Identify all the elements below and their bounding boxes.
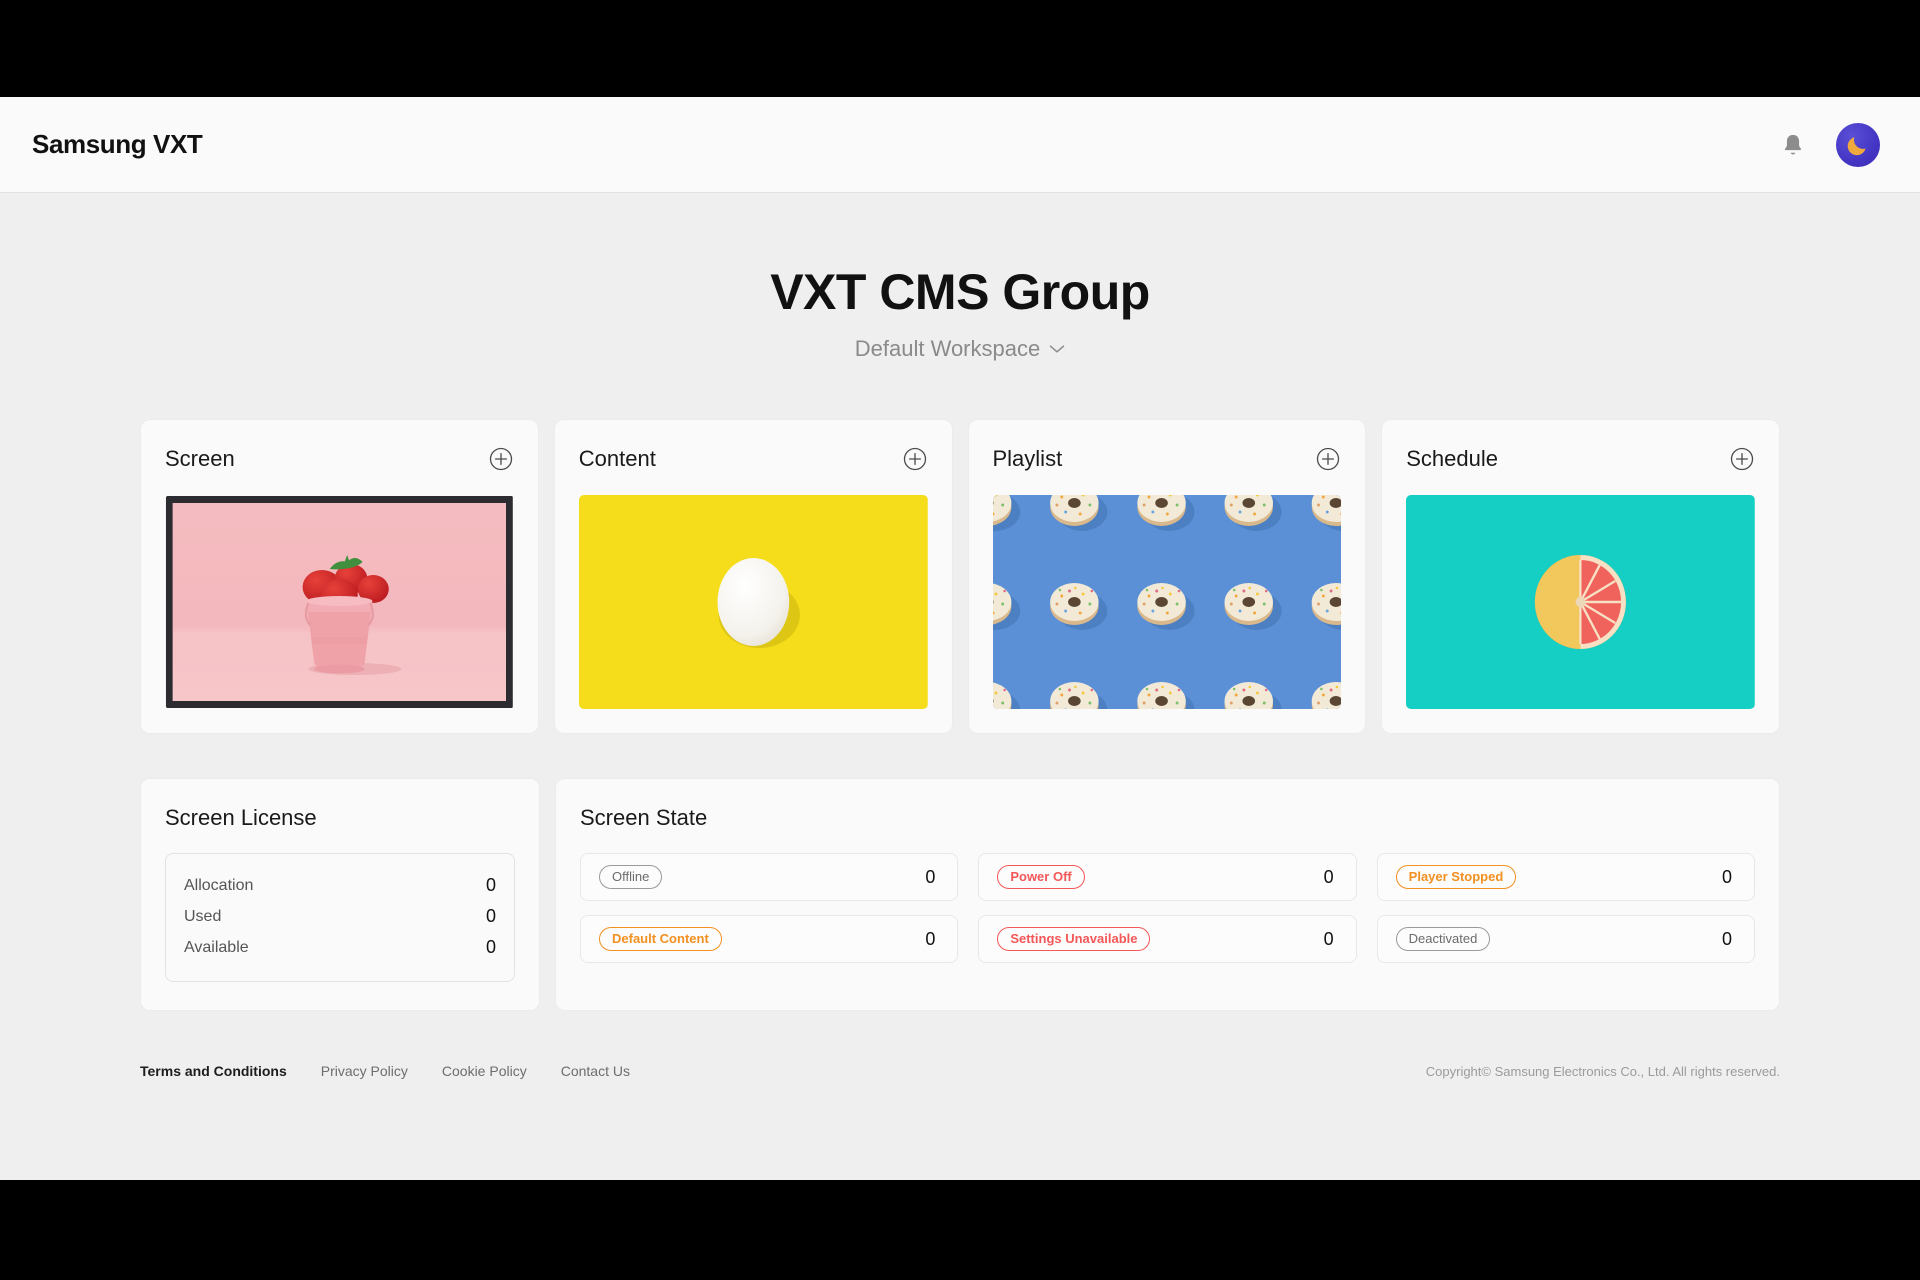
card-title: Screen — [165, 446, 235, 471]
workspace-selector[interactable]: Default Workspace — [855, 336, 1065, 362]
screen-state-panel: Screen State Offline 0 Power Off 0 Playe… — [555, 778, 1780, 1011]
license-row-allocation: Allocation 0 — [184, 870, 496, 901]
shortcut-cards-row: Screen Content Playlist Schedule — [140, 419, 1780, 734]
footer-link-privacy[interactable]: Privacy Policy — [321, 1063, 408, 1079]
card-title: Schedule — [1406, 446, 1498, 471]
plus-circle-icon[interactable] — [488, 446, 514, 472]
plus-circle-icon[interactable] — [1729, 446, 1755, 472]
brand-logo[interactable]: Samsung VXT — [32, 129, 203, 160]
moon-icon — [1847, 136, 1866, 155]
playlist-donuts-thumbnail[interactable] — [992, 495, 1342, 709]
state-cell-power-off[interactable]: Power Off 0 — [978, 853, 1357, 901]
status-badge: Power Off — [997, 865, 1085, 889]
state-cell-default-content[interactable]: Default Content 0 — [580, 915, 959, 963]
letterbox-top — [0, 0, 1920, 97]
state-cell-settings-unavailable[interactable]: Settings Unavailable 0 — [978, 915, 1357, 963]
footer-links: Terms and Conditions Privacy Policy Cook… — [140, 1063, 630, 1079]
license-value: 0 — [485, 937, 496, 957]
status-badge: Default Content — [599, 927, 722, 951]
status-badge: Player Stopped — [1395, 865, 1517, 889]
content-egg-thumbnail[interactable] — [578, 495, 928, 709]
chevron-down-icon — [1049, 344, 1065, 354]
license-label: Available — [184, 938, 249, 956]
license-box: Allocation 0 Used 0 Available 0 — [165, 853, 515, 982]
header-actions — [1780, 122, 1880, 167]
state-count: 0 — [1323, 928, 1334, 949]
state-grid: Offline 0 Power Off 0 Player Stopped 0 D… — [580, 853, 1755, 963]
card-header: Playlist — [993, 446, 1342, 472]
state-cell-deactivated[interactable]: Deactivated 0 — [1376, 915, 1755, 963]
status-badge: Settings Unavailable — [997, 927, 1151, 951]
main-content: VXT CMS Group Default Workspace Screen C… — [0, 193, 1920, 1180]
copyright-text: Copyright© Samsung Electronics Co., Ltd.… — [1425, 1063, 1780, 1079]
card-screen[interactable]: Screen — [140, 419, 539, 734]
screen-license-panel: Screen License Allocation 0 Used 0 Avail… — [140, 778, 540, 1011]
license-value: 0 — [485, 906, 496, 926]
page-footer: Terms and Conditions Privacy Policy Cook… — [140, 1011, 1780, 1079]
plus-circle-icon[interactable] — [1315, 446, 1341, 472]
panel-title: Screen License — [165, 805, 317, 830]
license-row-used: Used 0 — [184, 901, 496, 932]
card-playlist[interactable]: Playlist — [967, 419, 1367, 734]
state-cell-offline[interactable]: Offline 0 — [580, 853, 959, 901]
footer-link-contact[interactable]: Contact Us — [561, 1063, 630, 1079]
license-value: 0 — [485, 875, 496, 895]
card-title: Playlist — [992, 446, 1063, 471]
summary-row: Screen License Allocation 0 Used 0 Avail… — [140, 778, 1780, 1011]
dashboard-grid: Screen Content Playlist Schedule Screen … — [140, 362, 1780, 1079]
app-window: Samsung VXT VXT CMS Group Default Worksp… — [0, 97, 1920, 1180]
screen-strawberries-thumbnail[interactable] — [165, 495, 514, 709]
state-count: 0 — [925, 928, 936, 949]
card-header: Content — [579, 446, 928, 472]
license-label: Allocation — [184, 876, 254, 894]
card-title: Content — [578, 446, 656, 471]
page-title: VXT CMS Group — [770, 264, 1150, 320]
letterbox-bottom — [0, 1180, 1920, 1280]
state-cell-player-stopped[interactable]: Player Stopped 0 — [1376, 853, 1755, 901]
card-content[interactable]: Content — [553, 419, 953, 734]
card-header: Screen — [165, 446, 514, 472]
status-badge: Offline — [599, 865, 663, 889]
license-label: Used — [184, 907, 222, 925]
license-row-available: Available 0 — [184, 932, 496, 963]
state-count: 0 — [925, 866, 936, 887]
footer-link-cookie[interactable]: Cookie Policy — [442, 1063, 527, 1079]
state-count: 0 — [1721, 928, 1732, 949]
state-count: 0 — [1323, 866, 1334, 887]
app-header: Samsung VXT — [0, 97, 1920, 193]
schedule-grapefruit-thumbnail[interactable] — [1406, 495, 1755, 709]
plus-circle-icon[interactable] — [902, 446, 928, 472]
workspace-label: Default Workspace — [854, 336, 1041, 361]
bell-icon[interactable] — [1780, 131, 1806, 159]
state-count: 0 — [1721, 866, 1732, 887]
card-schedule[interactable]: Schedule — [1381, 419, 1780, 734]
panel-title: Screen State — [580, 805, 708, 830]
card-header: Schedule — [1406, 446, 1755, 472]
footer-link-terms[interactable]: Terms and Conditions — [140, 1063, 287, 1079]
status-badge: Deactivated — [1395, 927, 1491, 951]
avatar[interactable] — [1836, 122, 1880, 167]
